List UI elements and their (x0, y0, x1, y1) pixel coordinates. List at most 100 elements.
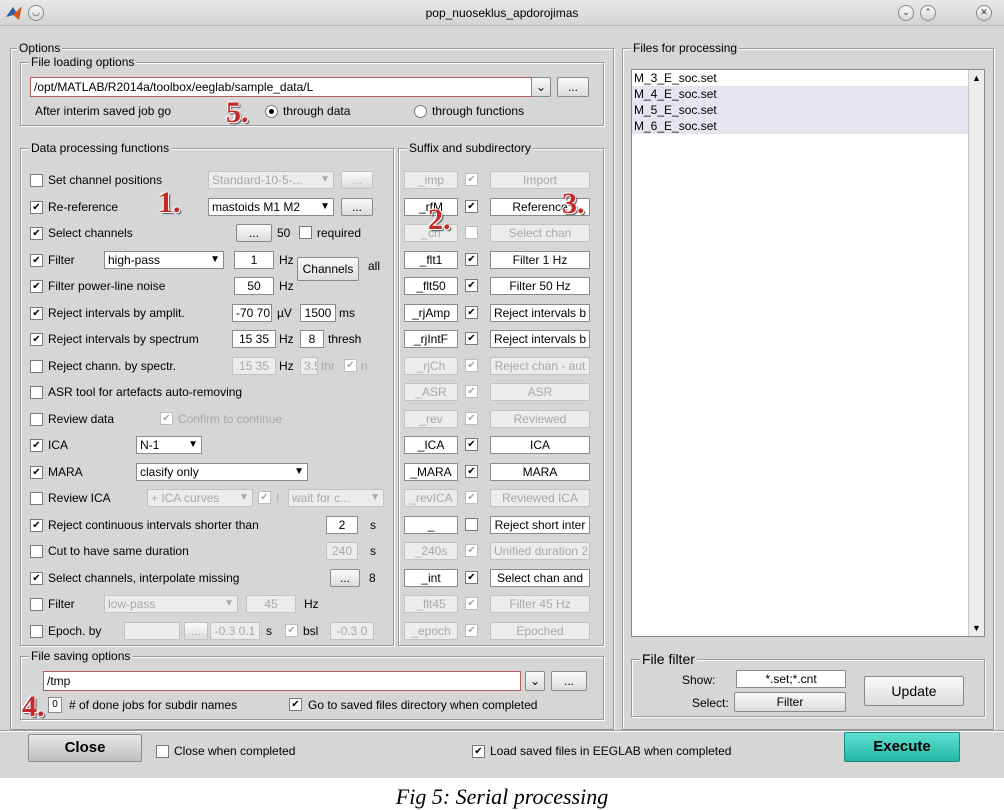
subdir-checkbox[interactable]: ✔ (465, 173, 478, 186)
subdir-checkbox[interactable]: ✔ (465, 438, 478, 451)
subdir-name-input[interactable]: Reject short inter (490, 516, 590, 534)
epoch-range-input[interactable]: -0.3 0.1 (210, 622, 260, 640)
save-path-input[interactable]: /tmp (43, 671, 521, 691)
subdir-name-input[interactable]: Unified duration 2 (490, 542, 590, 560)
process-checkbox[interactable]: ✔ (30, 333, 43, 346)
filter2-type-select[interactable]: low-pass ▼ (104, 595, 238, 613)
channels-button[interactable]: Channels (297, 257, 359, 281)
subdir-name-input[interactable]: Reject intervals b (490, 304, 590, 322)
save-path-browse-button[interactable]: ... (551, 671, 587, 691)
file-list-item[interactable]: M_3_E_soc.set (632, 70, 984, 86)
suffix-input[interactable]: _imp (404, 171, 458, 189)
process-checkbox[interactable]: ✔ (30, 227, 43, 240)
spectrum-thresh-input[interactable]: 8 (300, 330, 324, 348)
chan-spectrum-thr-input[interactable]: 3.5 (300, 357, 318, 375)
subdir-checkbox[interactable]: ✔ (465, 624, 478, 637)
process-checkbox[interactable] (30, 174, 43, 187)
reference-button[interactable]: ... (341, 198, 373, 216)
suffix-input[interactable]: _rjAmp (404, 304, 458, 322)
minimize-icon[interactable]: ⌄ (898, 5, 914, 21)
epoch-button[interactable]: ... (184, 622, 208, 640)
channel-positions-button[interactable]: ... (341, 171, 373, 189)
subdir-checkbox[interactable]: ✔ (465, 279, 478, 292)
reference-select[interactable]: mastoids M1 M2 ▼ (208, 198, 334, 216)
load-saved-checkbox[interactable]: ✔ (472, 745, 485, 758)
suffix-input[interactable]: _ (404, 516, 458, 534)
amplitude-ms-input[interactable]: 1500 (300, 304, 336, 322)
process-checkbox[interactable] (30, 492, 43, 505)
suffix-input[interactable]: _int (404, 569, 458, 587)
subdir-name-input[interactable]: ASR (490, 383, 590, 401)
baseline-checkbox[interactable]: ✔ (285, 624, 298, 637)
filter-value-input[interactable]: 1 (234, 251, 274, 269)
process-checkbox[interactable] (30, 625, 43, 638)
execute-button[interactable]: Execute (844, 732, 960, 762)
suffix-input[interactable]: _ASR (404, 383, 458, 401)
baseline-range-input[interactable]: -0.3 0 (330, 622, 374, 640)
subdir-name-input[interactable]: Select chan and (490, 569, 590, 587)
subdir-checkbox[interactable] (465, 518, 478, 531)
notch-value-input[interactable]: 50 (234, 277, 274, 295)
close-window-icon[interactable]: ✕ (976, 5, 992, 21)
filter-type-select[interactable]: high-pass ▼ (104, 251, 224, 269)
channel-positions-select[interactable]: Standard-10-5-... ▼ (208, 171, 334, 189)
save-path-dropdown-button[interactable]: ⌄ (525, 671, 545, 691)
chan-spectrum-input[interactable]: 15 35 (232, 357, 276, 375)
goto-dir-checkbox[interactable]: ✔ (289, 698, 302, 711)
process-checkbox[interactable]: ✔ (30, 466, 43, 479)
confirm-checkbox[interactable]: ✔ (160, 412, 173, 425)
select-channels-button[interactable]: ... (236, 224, 272, 242)
subdir-checkbox[interactable]: ✔ (465, 491, 478, 504)
subdir-checkbox[interactable]: ✔ (465, 412, 478, 425)
subdir-name-input[interactable]: Filter 45 Hz (490, 595, 590, 613)
maximize-icon[interactable]: ⌃ (920, 5, 936, 21)
review-ica-wait-select[interactable]: wait for c... ▼ (288, 489, 384, 507)
subdir-checkbox[interactable]: ✔ (465, 385, 478, 398)
subdir-name-input[interactable]: Filter 50 Hz (490, 277, 590, 295)
subdir-checkbox[interactable]: ✔ (465, 359, 478, 372)
process-checkbox[interactable] (30, 386, 43, 399)
suffix-input[interactable]: _MARA (404, 463, 458, 481)
file-list-item[interactable]: M_5_E_soc.set (632, 102, 984, 118)
process-checkbox[interactable]: ✔ (30, 280, 43, 293)
amplitude-range-input[interactable]: -70 70 (232, 304, 272, 322)
subdir-name-input[interactable]: Reviewed ICA (490, 489, 590, 507)
process-checkbox[interactable]: ✔ (30, 519, 43, 532)
subdir-name-input[interactable]: Reviewed (490, 410, 590, 428)
spectrum-range-input[interactable]: 15 35 (232, 330, 276, 348)
ica-select[interactable]: N-1 ▼ (136, 436, 202, 454)
close-button[interactable]: Close (28, 734, 142, 762)
short-interval-input[interactable]: 2 (326, 516, 358, 534)
process-checkbox[interactable]: ✔ (30, 254, 43, 267)
review-ica-excl-checkbox[interactable]: ✔ (258, 491, 271, 504)
review-ica-curves-select[interactable]: + ICA curves ▼ (147, 489, 253, 507)
suffix-input[interactable]: _rjCh (404, 357, 458, 375)
filter-button[interactable]: Filter (734, 692, 846, 712)
process-checkbox[interactable] (30, 360, 43, 373)
show-filter-input[interactable]: *.set;*.cnt (736, 670, 846, 688)
mara-select[interactable]: clasify only ▼ (136, 463, 308, 481)
required-checkbox[interactable] (299, 226, 312, 239)
subdir-name-input[interactable]: Select chan (490, 224, 590, 242)
interpolate-button[interactable]: ... (330, 569, 360, 587)
process-checkbox[interactable]: ✔ (30, 201, 43, 214)
subdir-name-input[interactable]: Epoched (490, 622, 590, 640)
suffix-input[interactable]: _240s (404, 542, 458, 560)
subdir-name-input[interactable]: Filter 1 Hz (490, 251, 590, 269)
process-checkbox[interactable]: ✔ (30, 307, 43, 320)
subdir-checkbox[interactable] (465, 226, 478, 239)
scroll-up-icon[interactable]: ▲ (969, 70, 984, 86)
suffix-input[interactable]: _rev (404, 410, 458, 428)
epoch-input[interactable] (124, 622, 180, 640)
filter2-value-input[interactable]: 45 (246, 595, 296, 613)
process-checkbox[interactable]: ✔ (30, 439, 43, 452)
suffix-input[interactable]: _ICA (404, 436, 458, 454)
suffix-input[interactable]: _flt1 (404, 251, 458, 269)
files-listbox[interactable]: M_3_E_soc.set M_4_E_soc.set M_5_E_soc.set M… (631, 69, 985, 637)
subdir-name-input[interactable]: ICA (490, 436, 590, 454)
subdir-name-input[interactable]: Reject intervals b (490, 330, 590, 348)
suffix-input[interactable]: _epoch (404, 622, 458, 640)
duration-input[interactable]: 240 (326, 542, 358, 560)
process-checkbox[interactable]: ✔ (30, 572, 43, 585)
subdir-checkbox[interactable]: ✔ (465, 332, 478, 345)
